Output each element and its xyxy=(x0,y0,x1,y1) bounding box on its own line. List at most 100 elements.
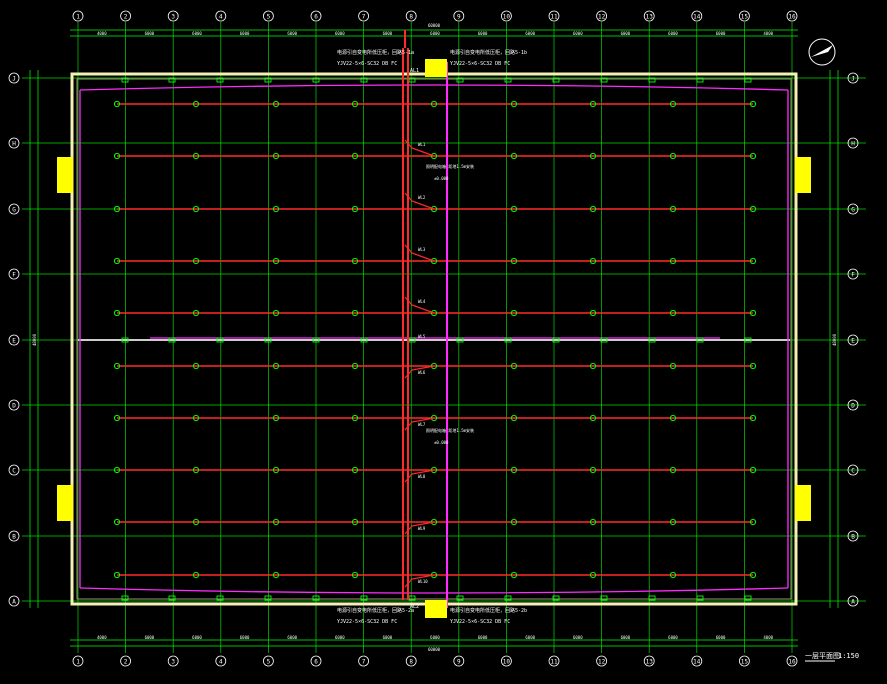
lower-note: 照明配电箱 距地1.5m安装 xyxy=(426,427,474,433)
dimension-text: 6000 xyxy=(335,31,345,36)
dimension-text: 4000 xyxy=(97,31,107,36)
column-label: 6 xyxy=(314,659,318,666)
side-panel-right-lower xyxy=(795,485,811,521)
dimension-text: 6000 xyxy=(192,31,202,36)
column-label: 3 xyxy=(171,659,175,666)
note-bottom-left-1: 电源引自变电所低压柜，回路5-2a xyxy=(337,607,414,614)
dimension-text: 6000 xyxy=(716,31,726,36)
dimension-text: 6000 xyxy=(478,31,488,36)
column-label: 13 xyxy=(646,14,654,21)
column-label: 9 xyxy=(457,659,461,666)
note-top-right-2: YJV22-5×6-SC32 DB FC xyxy=(450,61,510,67)
dimension-text: 6000 xyxy=(287,635,297,640)
column-label: 5 xyxy=(267,14,271,21)
dimension-total-left: 48000 xyxy=(32,333,37,346)
column-label: 1 xyxy=(76,659,80,666)
circuit-label: WL6 xyxy=(418,370,426,375)
column-label: 12 xyxy=(598,659,606,666)
drawing-scale: 1:150 xyxy=(838,652,859,660)
panel-upper xyxy=(425,59,447,77)
circuit-label: WL5 xyxy=(418,334,426,339)
column-label: 8 xyxy=(409,659,413,666)
column-label: 7 xyxy=(362,14,366,21)
dimension-text: 6000 xyxy=(335,635,345,640)
note-bottom-right-2: YJV22-5×6-SC32 DB FC xyxy=(450,619,510,625)
dimension-text: 6000 xyxy=(430,31,440,36)
note-bottom-left-2: YJV22-5×6-SC32 DB FC xyxy=(337,619,397,625)
column-label: 5 xyxy=(267,659,271,666)
circuit-label: WL10 xyxy=(418,579,428,584)
row-label: G xyxy=(12,207,16,214)
note-top-left-2: YJV22-5×6-SC32 DB FC xyxy=(337,61,397,67)
dimension-text: 6000 xyxy=(668,635,678,640)
circuit-label: WL8 xyxy=(418,474,426,479)
dimension-text: 4000 xyxy=(97,635,107,640)
row-label: B xyxy=(12,534,16,541)
feeder-bottom xyxy=(79,587,789,594)
column-label: 6 xyxy=(314,14,318,21)
circuit-label: WL7 xyxy=(418,422,426,427)
column-label: 8 xyxy=(409,14,413,21)
column-label: 4 xyxy=(219,14,223,21)
panel-label-lower: AL2 xyxy=(410,604,419,610)
row-label: C xyxy=(851,468,855,475)
north-arrow-icon xyxy=(808,38,836,66)
dimension-text: 6000 xyxy=(430,635,440,640)
dimension-text: 6000 xyxy=(668,31,678,36)
upper-elevation: ±0.000 xyxy=(434,176,449,181)
row-label: B xyxy=(851,534,855,541)
row-label: E xyxy=(12,338,16,345)
row-label: E xyxy=(851,338,855,345)
column-label: 12 xyxy=(598,14,606,21)
row-label: F xyxy=(851,272,855,279)
row-label: J xyxy=(12,76,16,83)
dimension-total-top: 60000 xyxy=(428,23,441,28)
column-label: 11 xyxy=(550,14,558,21)
column-label: 2 xyxy=(124,14,128,21)
dimension-text: 6000 xyxy=(240,635,250,640)
column-label: 14 xyxy=(693,659,701,666)
circuit-label: WL2 xyxy=(418,195,426,200)
row-label: H xyxy=(12,141,16,148)
dimension-text: 6000 xyxy=(478,635,488,640)
column-label: 16 xyxy=(788,659,796,666)
row-label: H xyxy=(851,141,855,148)
column-label: 14 xyxy=(693,14,701,21)
row-label: D xyxy=(12,403,16,410)
circuit-label: WL1 xyxy=(418,142,426,147)
panel-lower xyxy=(425,600,447,618)
floor-plan-drawing: 1122334455667788991010111112121313141415… xyxy=(8,10,866,667)
dimension-text: 6000 xyxy=(716,635,726,640)
dimension-text: 6000 xyxy=(621,635,631,640)
row-label: D xyxy=(851,403,855,410)
side-panel-left-lower xyxy=(57,485,73,521)
note-top-left-1: 电源引自变电所低压柜，回路5-1a xyxy=(337,49,414,56)
dimension-text: 4000 xyxy=(763,31,773,36)
column-label: 3 xyxy=(171,14,175,21)
circuit-label: WL9 xyxy=(418,526,426,531)
side-panel-left-upper xyxy=(57,157,73,193)
note-bottom-right-1: 电源引自变电所低压柜，回路5-2b xyxy=(450,607,527,614)
feeder-top xyxy=(79,84,789,91)
side-panel-right-upper xyxy=(795,157,811,193)
row-label: C xyxy=(12,468,16,475)
dimension-text: 6000 xyxy=(240,31,250,36)
drawing-title: 一层平面图 xyxy=(805,652,840,660)
column-label: 1 xyxy=(76,14,80,21)
dimension-text: 6000 xyxy=(573,31,583,36)
column-label: 15 xyxy=(741,659,749,666)
branch-leads: WL1 WL2 WL3 WL4 WL5 WL6 WL7 WL8 WL9 WL10 xyxy=(404,139,435,588)
dimension-text: 6000 xyxy=(573,635,583,640)
row-label: J xyxy=(851,76,855,83)
panel-label-upper: AL1 xyxy=(410,68,419,74)
row-label: A xyxy=(12,599,16,606)
dimension-text: 6000 xyxy=(287,31,297,36)
note-top-right-1: 电源引自变电所低压柜，回路5-1b xyxy=(450,49,527,56)
dimension-text: 6000 xyxy=(192,635,202,640)
dimension-total-bottom: 60000 xyxy=(428,647,441,652)
dimension-text: 4000 xyxy=(763,635,773,640)
column-label: 9 xyxy=(457,14,461,21)
lower-elevation: ±0.000 xyxy=(434,440,449,445)
column-label: 15 xyxy=(741,14,749,21)
row-label: G xyxy=(851,207,855,214)
